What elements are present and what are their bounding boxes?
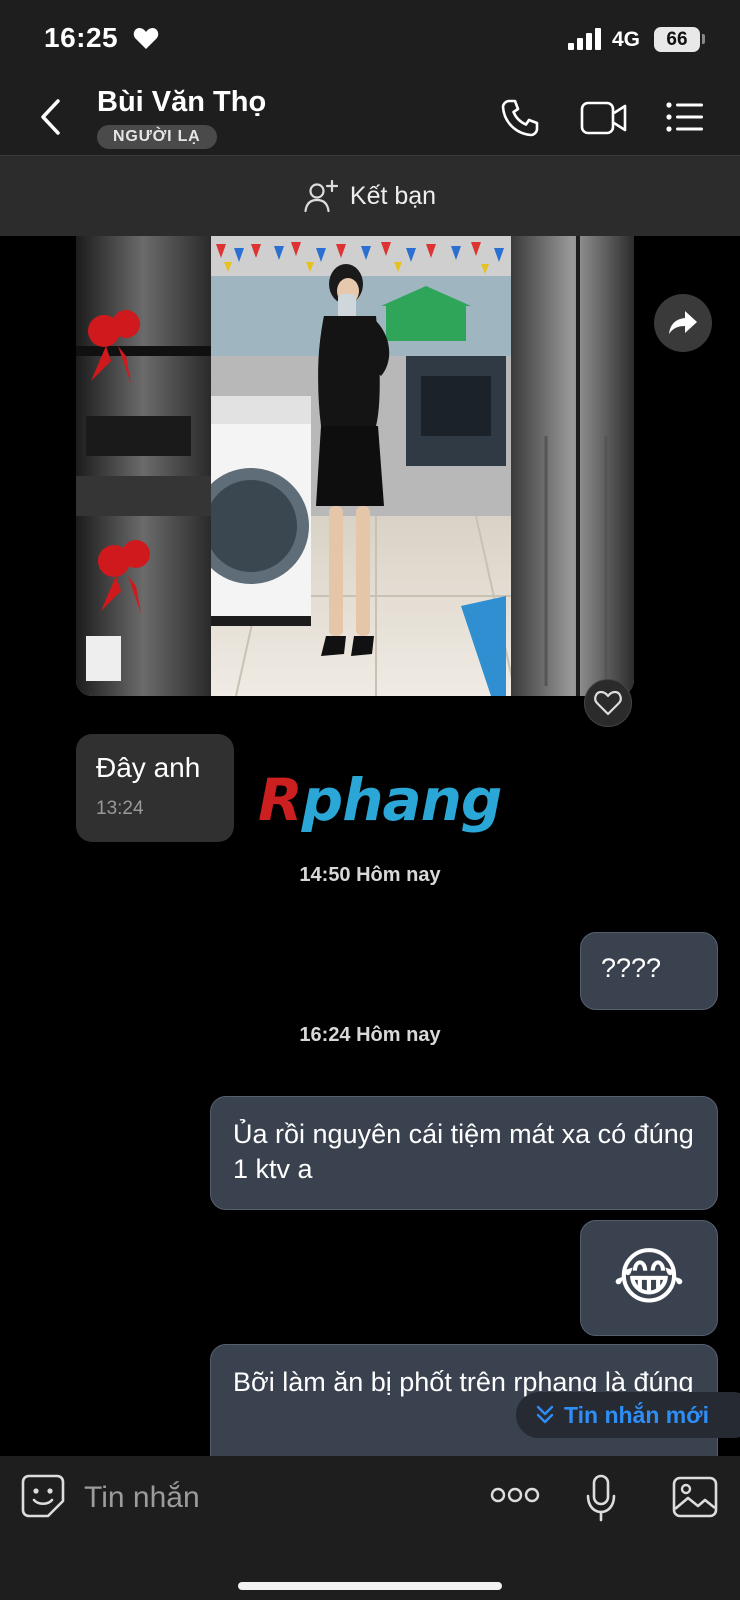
incoming-message[interactable]: Đây anh 13:24 xyxy=(76,734,234,842)
microphone-icon[interactable] xyxy=(586,1474,616,1522)
outgoing-message-text: Ủa rồi nguyên cái tiệm mát xa có đúng 1 … xyxy=(233,1119,694,1184)
add-friend-icon xyxy=(304,179,338,213)
watermark-part-r: R xyxy=(258,766,303,834)
message-composer xyxy=(0,1456,740,1600)
message-input[interactable] xyxy=(84,1476,384,1520)
photo-image xyxy=(76,236,634,696)
outgoing-emoji-message[interactable]: 😂 xyxy=(580,1220,718,1336)
rphang-watermark: Rphang xyxy=(258,766,503,834)
add-friend-button[interactable]: Kết bạn xyxy=(0,156,740,236)
home-indicator[interactable] xyxy=(238,1582,502,1590)
status-bar: 16:25 4G 66 xyxy=(0,0,740,78)
forward-icon xyxy=(669,311,697,334)
heart-icon xyxy=(133,28,159,49)
contact-name[interactable]: Bùi Văn Thọ xyxy=(97,86,266,119)
outgoing-message[interactable]: ???? xyxy=(580,932,718,1010)
image-picker-icon[interactable] xyxy=(672,1476,718,1518)
battery-level: 66 xyxy=(654,27,700,52)
video-call-icon[interactable] xyxy=(580,100,628,136)
battery-tip xyxy=(702,34,705,44)
signal-icon xyxy=(568,28,601,50)
chat-header: Bùi Văn Thọ NGƯỜI LẠ xyxy=(0,78,740,156)
chat-area[interactable]: Đây anh 13:24 Rphang 14:50 Hôm nay ???? … xyxy=(0,236,740,1456)
laughing-tears-emoji: 😂 xyxy=(612,1240,686,1313)
react-heart-button[interactable] xyxy=(584,679,632,727)
outgoing-message-text: ???? xyxy=(601,953,662,983)
call-icon[interactable] xyxy=(500,98,540,138)
outgoing-message[interactable]: Ủa rồi nguyên cái tiệm mát xa có đúng 1 … xyxy=(210,1096,718,1210)
date-separator: 16:24 Hôm nay xyxy=(299,1024,441,1046)
forward-button[interactable] xyxy=(654,294,712,352)
stranger-badge: NGƯỜI LẠ xyxy=(97,125,217,149)
new-messages-label: Tin nhắn mới xyxy=(564,1401,709,1428)
double-chevron-down-icon xyxy=(536,1405,554,1424)
heart-outline-icon xyxy=(594,690,622,716)
more-options-icon[interactable] xyxy=(490,1486,540,1504)
incoming-message-text: Đây anh xyxy=(96,752,201,783)
add-friend-label: Kết bạn xyxy=(349,181,437,210)
incoming-message-time: 13:24 xyxy=(96,798,144,819)
network-type: 4G xyxy=(612,28,641,51)
new-messages-button[interactable]: Tin nhắn mới xyxy=(516,1392,740,1438)
back-icon[interactable] xyxy=(38,98,64,136)
photo-message[interactable] xyxy=(76,236,634,696)
watermark-part-phang: phang xyxy=(301,766,503,834)
date-separator: 14:50 Hôm nay xyxy=(299,864,441,886)
status-time: 16:25 xyxy=(44,22,119,53)
menu-icon[interactable] xyxy=(666,102,704,132)
sticker-icon[interactable] xyxy=(21,1474,65,1518)
